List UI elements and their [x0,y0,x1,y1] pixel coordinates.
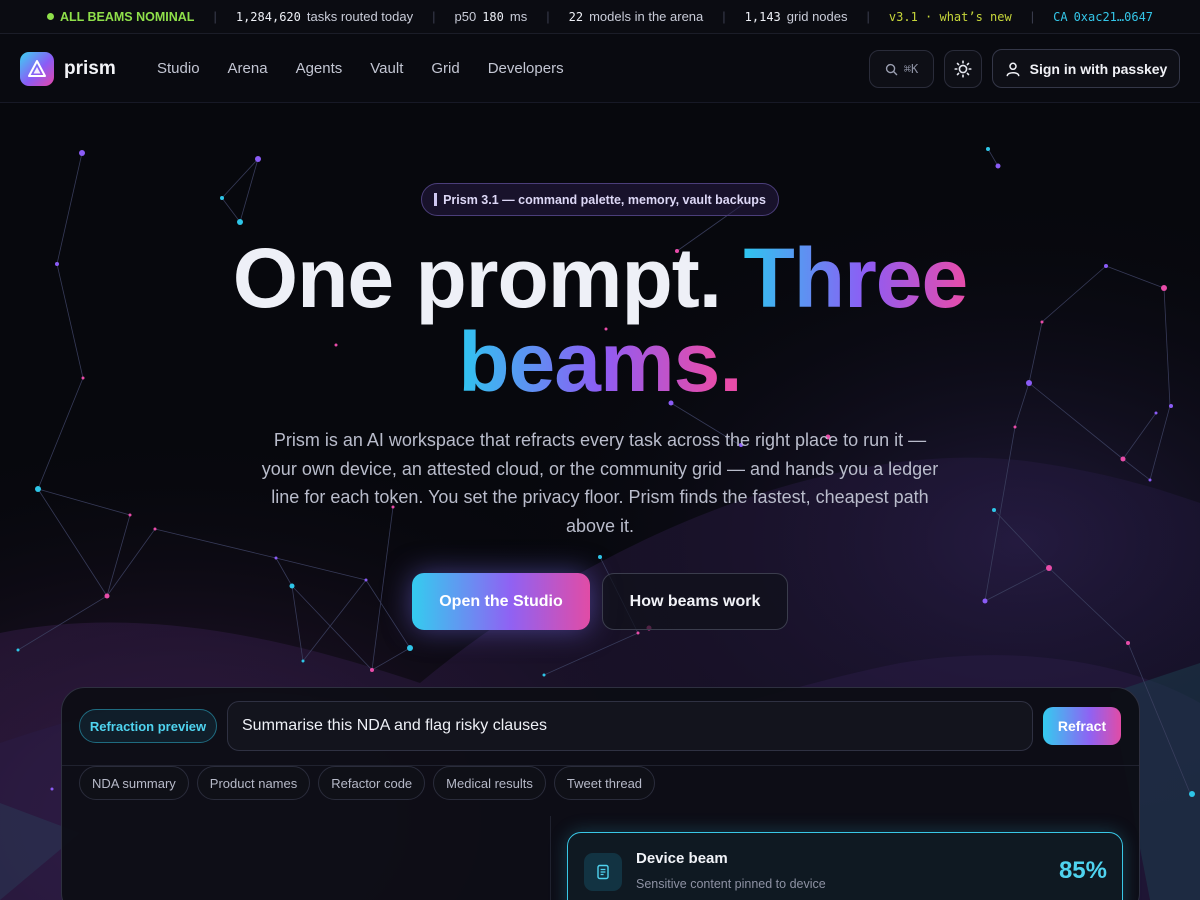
nodes-stat: 1,143 grid nodes [745,9,848,24]
whats-new-link[interactable]: v3.1 · what’s new [889,10,1012,24]
brand-name[interactable]: prism [64,58,116,80]
latency-label: p50 [454,9,477,24]
nav-link-arena[interactable]: Arena [228,60,268,77]
ca-value: 0xac21…0647 [1073,9,1154,24]
contract-address[interactable]: CA 0xac21…0647 [1053,10,1153,24]
chip-product-names[interactable]: Product names [196,766,311,800]
sun-icon [954,60,972,78]
open-studio-button[interactable]: Open the Studio [412,573,590,630]
hero-headline: One prompt. Three beams. [0,236,1200,404]
theme-toggle-button[interactable] [944,50,982,88]
chip-medical-results[interactable]: Medical results [433,766,546,800]
prompt-input[interactable] [227,701,1033,751]
nodes-value: 1,143 [744,9,781,24]
chip-nda-summary[interactable]: NDA summary [79,766,189,800]
status-indicator: ALL BEAMS NOMINAL [46,9,195,24]
prism-logo-icon[interactable] [20,52,54,86]
models-value: 22 [568,9,584,24]
ticker-separator: | [866,9,870,24]
beam-subtitle: Sensitive content pinned to device [636,877,826,891]
pill-bar-icon [434,193,438,206]
ticker-separator: | [213,9,217,24]
ticker-separator: | [722,9,726,24]
refract-button[interactable]: Refract [1043,707,1121,745]
status-dot-icon [46,13,54,20]
beam-percent: 85% [1058,857,1107,884]
nodes-label: grid nodes [786,9,848,24]
models-label: models in the arena [589,9,704,24]
tasks-value: 1,284,620 [235,9,301,24]
release-announcement-text: Prism 3.1 — command palette, memory, vau… [443,192,766,207]
ticker-separator: | [1030,9,1035,24]
sign-in-label: Sign in with passkey [1029,60,1168,77]
status-ticker: ALL BEAMS NOMINAL | 1,284,620 tasks rout… [0,0,1200,34]
headline-dot: . [719,315,742,409]
tasks-label: tasks routed today [306,9,414,24]
document-icon [584,853,622,891]
top-nav: prism Studio Arena Agents Vault Grid Dev… [0,34,1200,103]
nav-link-grid[interactable]: Grid [431,60,459,77]
shortcut-hint: ⌘K [903,62,919,76]
chip-refactor-code[interactable]: Refactor code [318,766,426,800]
refraction-preview-label: Refraction preview [79,709,217,743]
models-stat: 22 models in the arena [569,9,704,24]
sign-in-passkey-button[interactable]: Sign in with passkey [992,49,1180,88]
latency-value: 180 [482,9,504,24]
user-icon [1006,62,1020,76]
main-nav: Studio Arena Agents Vault Grid Developer… [157,60,564,77]
nav-link-developers[interactable]: Developers [488,60,564,77]
ticker-separator: | [546,9,550,24]
ca-label: CA [1053,9,1068,24]
search-icon [885,63,898,75]
chip-tweet-thread[interactable]: Tweet thread [553,766,656,800]
nav-link-agents[interactable]: Agents [296,60,343,77]
headline-gradient-1: Three [743,231,968,325]
beam-title: Device beam [636,850,728,867]
nav-link-studio[interactable]: Studio [157,60,200,77]
nav-link-vault[interactable]: Vault [370,60,403,77]
latency-unit: ms [509,9,528,24]
ticker-separator: | [432,9,436,24]
example-prompt-chips: NDA summary Product names Refactor code … [79,766,656,800]
panel-column-divider [550,816,551,900]
status-text: ALL BEAMS NOMINAL [59,9,195,24]
release-announcement-pill[interactable]: Prism 3.1 — command palette, memory, vau… [421,183,779,216]
tasks-stat: 1,284,620 tasks routed today [236,9,413,24]
headline-gradient-2: beams [458,315,720,409]
how-beams-work-button[interactable]: How beams work [602,573,788,630]
latency-stat: p50 180 ms [455,9,528,24]
headline-plain: One prompt. [232,231,744,325]
command-palette-button[interactable]: ⌘K [869,50,934,88]
hero-description: Prism is an AI workspace that refracts e… [261,430,939,537]
